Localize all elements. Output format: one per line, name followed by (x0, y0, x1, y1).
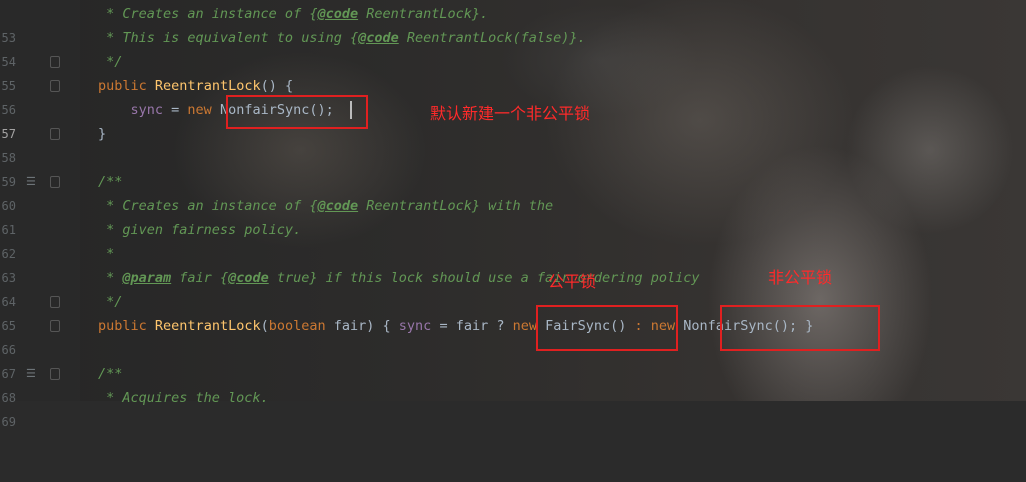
annotation-box-nonfair-default (226, 95, 368, 129)
code-text: = fair ? (431, 318, 513, 334)
keyword: new (512, 318, 537, 334)
line-number: 69 (1, 415, 16, 429)
annotation-nonfair-lock: 非公平锁 (768, 268, 833, 287)
comment-text: */ (98, 294, 123, 310)
comment-text: /** (98, 174, 123, 190)
fold-end-icon[interactable] (50, 56, 60, 68)
comment-text: /** (98, 366, 123, 382)
code-line-55[interactable]: 55 */ (0, 50, 1026, 93)
code-line-56[interactable]: 56 public ReentrantLock() { (0, 74, 1026, 117)
code-text: fair) { (325, 318, 399, 334)
annotation-fair-lock: 公平锁 (548, 272, 597, 291)
code-text: ( (260, 318, 269, 334)
fold-start-icon[interactable] (50, 368, 60, 380)
code-text: () { (260, 78, 294, 94)
javadoc-tag: @code (228, 270, 269, 286)
keyword: new (187, 102, 212, 118)
code-line-69[interactable]: 69 * Acquires the lock. (0, 386, 1026, 429)
code-text: } (98, 126, 107, 142)
comment-text: * (98, 270, 123, 286)
field-name: sync (130, 102, 164, 118)
code-line-58[interactable]: 58 } (0, 122, 1026, 165)
code-line-64[interactable]: 64 * @param fair {@code true} if this lo… (0, 266, 1026, 309)
fold-start-icon[interactable] (50, 320, 60, 332)
comment-text: ReentrantLock} with the (358, 198, 554, 214)
method-name: ReentrantLock (154, 78, 261, 94)
code-line-63[interactable]: 63 * (0, 242, 1026, 285)
fold-start-icon[interactable] (50, 80, 60, 92)
code-line-60[interactable]: 60 ☰ /** (0, 170, 1026, 213)
annotation-box-nonfairsync (720, 305, 880, 351)
comment-text: * Acquires the lock. (98, 390, 269, 406)
method-name: ReentrantLock (154, 318, 261, 334)
keyword: boolean (268, 318, 326, 334)
code-line-59[interactable]: 59 (0, 146, 1026, 189)
code-line-68[interactable]: 68 ☰ /** (0, 362, 1026, 405)
comment-text: * given fairness policy. (98, 222, 302, 238)
comment-text: * Creates an instance of { (98, 198, 318, 214)
render-doc-icon[interactable]: ☰ (26, 176, 38, 187)
field-name: sync (398, 318, 432, 334)
code-text: = (163, 102, 188, 118)
annotation-box-fairsync (536, 305, 678, 351)
javadoc-tag: @code (358, 30, 399, 46)
fold-end-icon[interactable] (50, 128, 60, 140)
comment-text: * This is equivalent to using { (98, 30, 359, 46)
code-line-54[interactable]: 54 * This is equivalent to using {@code … (0, 26, 1026, 69)
comment-text: ReentrantLock(false)}. (398, 30, 586, 46)
fold-start-icon[interactable] (50, 176, 60, 188)
keyword: public (98, 318, 147, 334)
comment-text: * Creates an instance of { (98, 6, 318, 22)
javadoc-tag: @code (317, 6, 359, 22)
annotation-default-nonfair: 默认新建一个非公平锁 (430, 104, 591, 123)
comment-text: ReentrantLock}. (358, 6, 489, 22)
render-doc-icon[interactable]: ☰ (26, 368, 38, 379)
javadoc-tag: @code (317, 198, 359, 214)
code-line-53[interactable]: 53 * Creates an instance of {@code Reent… (0, 2, 1026, 45)
comment-text: true} if this lock should use a fair ord… (268, 270, 700, 286)
comment-text: * (98, 246, 115, 262)
code-line-62[interactable]: 62 * given fairness policy. (0, 218, 1026, 261)
comment-text: fair { (171, 270, 229, 286)
comment-text: */ (98, 54, 123, 70)
javadoc-tag: @param (122, 270, 172, 286)
code-line-61[interactable]: 61 * Creates an instance of {@code Reent… (0, 194, 1026, 237)
fold-end-icon[interactable] (50, 296, 60, 308)
keyword: public (98, 78, 147, 94)
